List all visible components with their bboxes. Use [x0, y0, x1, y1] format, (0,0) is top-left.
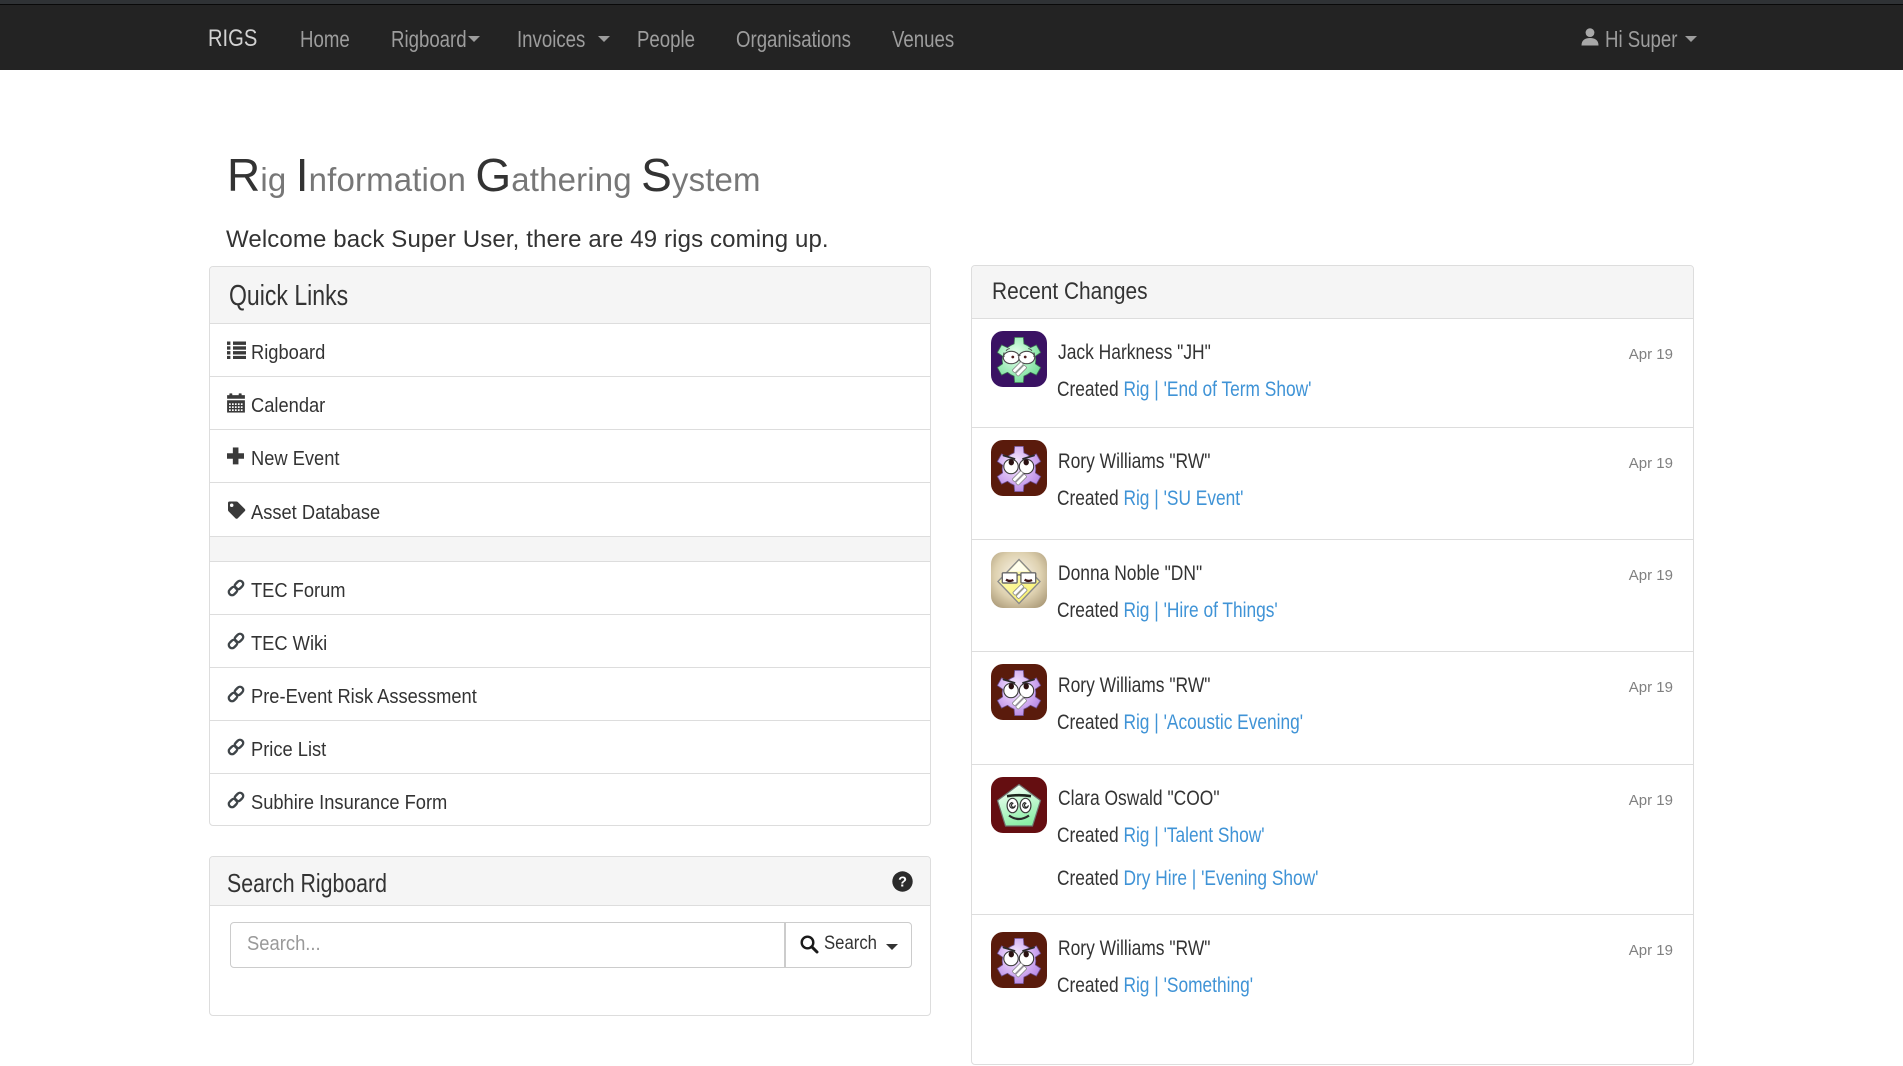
svg-text:?: ? — [898, 875, 907, 891]
